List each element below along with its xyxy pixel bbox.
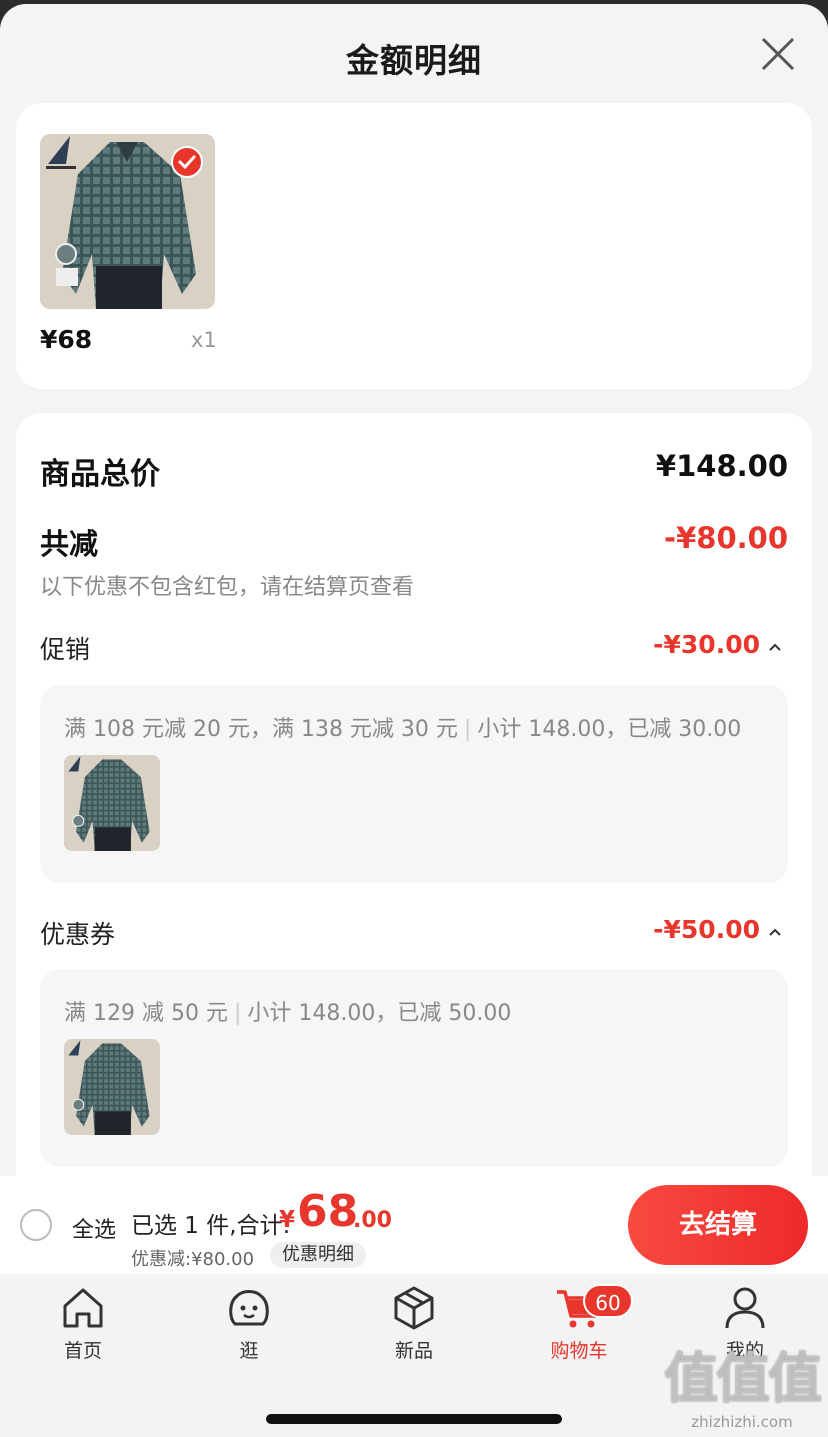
total-reduce-value: -¥80.00 [664, 521, 788, 555]
watermark: 值值值 zhizhizhi.com [664, 1334, 822, 1431]
goods-total-label: 商品总价 [40, 457, 160, 492]
selected-count-text: 已选 1 件,合计: [131, 1213, 291, 1239]
cube-icon [394, 1286, 434, 1330]
promotion-box: 满 108 元减 20 元，满 138 元减 30 元 | 小计 148.00，已减… [40, 685, 788, 883]
selected-check-icon[interactable] [171, 146, 203, 178]
total-currency: ¥ [279, 1207, 296, 1233]
promotion-summary: 小计 148.00，已减 30.00 [477, 717, 742, 742]
coupon-rule-text: 满 129 减 50 元 | 小计 148.00，已减 50.00 [64, 995, 511, 1027]
checkout-button[interactable]: 去结算 [628, 1185, 808, 1265]
divider: | [463, 717, 472, 742]
total-decimal: .00 [353, 1208, 392, 1233]
cart-count-badge: 60 [583, 1284, 633, 1318]
total-amount: 68 [297, 1186, 359, 1237]
sheet-title: 金额明细 [346, 41, 482, 80]
tab-new[interactable]: 新品 [354, 1284, 474, 1363]
select-all-label[interactable]: 全选 [72, 1212, 116, 1244]
promotion-product-image[interactable] [64, 755, 160, 851]
tab-cart[interactable]: 60 购物车 [519, 1284, 639, 1363]
face-icon [229, 1290, 269, 1326]
coupon-value[interactable]: -¥50.00 [653, 915, 760, 944]
promotion-rule-text: 满 108 元减 20 元，满 138 元减 30 元 | 小计 148.00，已减… [64, 711, 741, 743]
coupon-label[interactable]: 优惠券 [40, 915, 115, 951]
promotion-value[interactable]: -¥30.00 [653, 630, 760, 659]
price-detail-card: 商品总价 ¥148.00 共减 -¥80.00 以下优惠不包含红包，请在结算页查… [16, 413, 812, 1213]
tab-label: 购物车 [550, 1340, 608, 1362]
product-card: ¥68 x1 [16, 103, 812, 389]
chevron-up-icon[interactable] [764, 921, 786, 943]
tab-browse[interactable]: 逛 [189, 1284, 309, 1363]
divider: | [233, 1001, 242, 1026]
coupon-product-image[interactable] [64, 1039, 160, 1135]
tab-bar: 首页 逛 新品 60 购物车 我的 值值值 zhizhizhi.com [0, 1274, 828, 1437]
coupon-rule: 满 129 减 50 元 [64, 1001, 228, 1026]
discount-detail-button[interactable]: 优惠明细 [270, 1242, 366, 1268]
product-price: ¥68 [40, 325, 93, 354]
user-icon [725, 1287, 765, 1329]
chevron-up-icon[interactable] [764, 636, 786, 658]
tab-label: 首页 [63, 1340, 102, 1362]
goods-total-value: ¥148.00 [655, 449, 788, 483]
discount-text: 优惠减:¥80.00 [131, 1249, 255, 1270]
checkout-bar: 全选 已选 1 件,合计: ¥ 68 .00 优惠减:¥80.00 优惠明细 去… [0, 1176, 828, 1274]
close-icon[interactable] [758, 34, 798, 74]
tab-label: 逛 [239, 1340, 259, 1362]
watermark-url: zhizhizhi.com [691, 1413, 793, 1431]
promotion-label[interactable]: 促销 [40, 630, 90, 666]
amount-detail-sheet: 金额明细 ¥68 x1 商品总价 ¥148.00 共减 -¥80.00 以下优惠… [0, 4, 828, 1437]
tab-home[interactable]: 首页 [23, 1284, 143, 1363]
home-indicator[interactable] [266, 1414, 562, 1424]
watermark-logo: 值值值 [664, 1347, 822, 1410]
coupon-summary: 小计 148.00，已减 50.00 [247, 1001, 512, 1026]
select-all-radio[interactable] [20, 1209, 52, 1241]
promotion-rule: 满 108 元减 20 元，满 138 元减 30 元 [64, 717, 458, 742]
home-icon [63, 1288, 103, 1328]
product-quantity: x1 [191, 328, 217, 352]
tab-label: 新品 [394, 1340, 433, 1362]
coupon-box: 满 129 减 50 元 | 小计 148.00，已减 50.00 [40, 969, 788, 1167]
total-reduce-label: 共减 [40, 527, 99, 561]
reduce-note: 以下优惠不包含红包，请在结算页查看 [40, 575, 415, 600]
